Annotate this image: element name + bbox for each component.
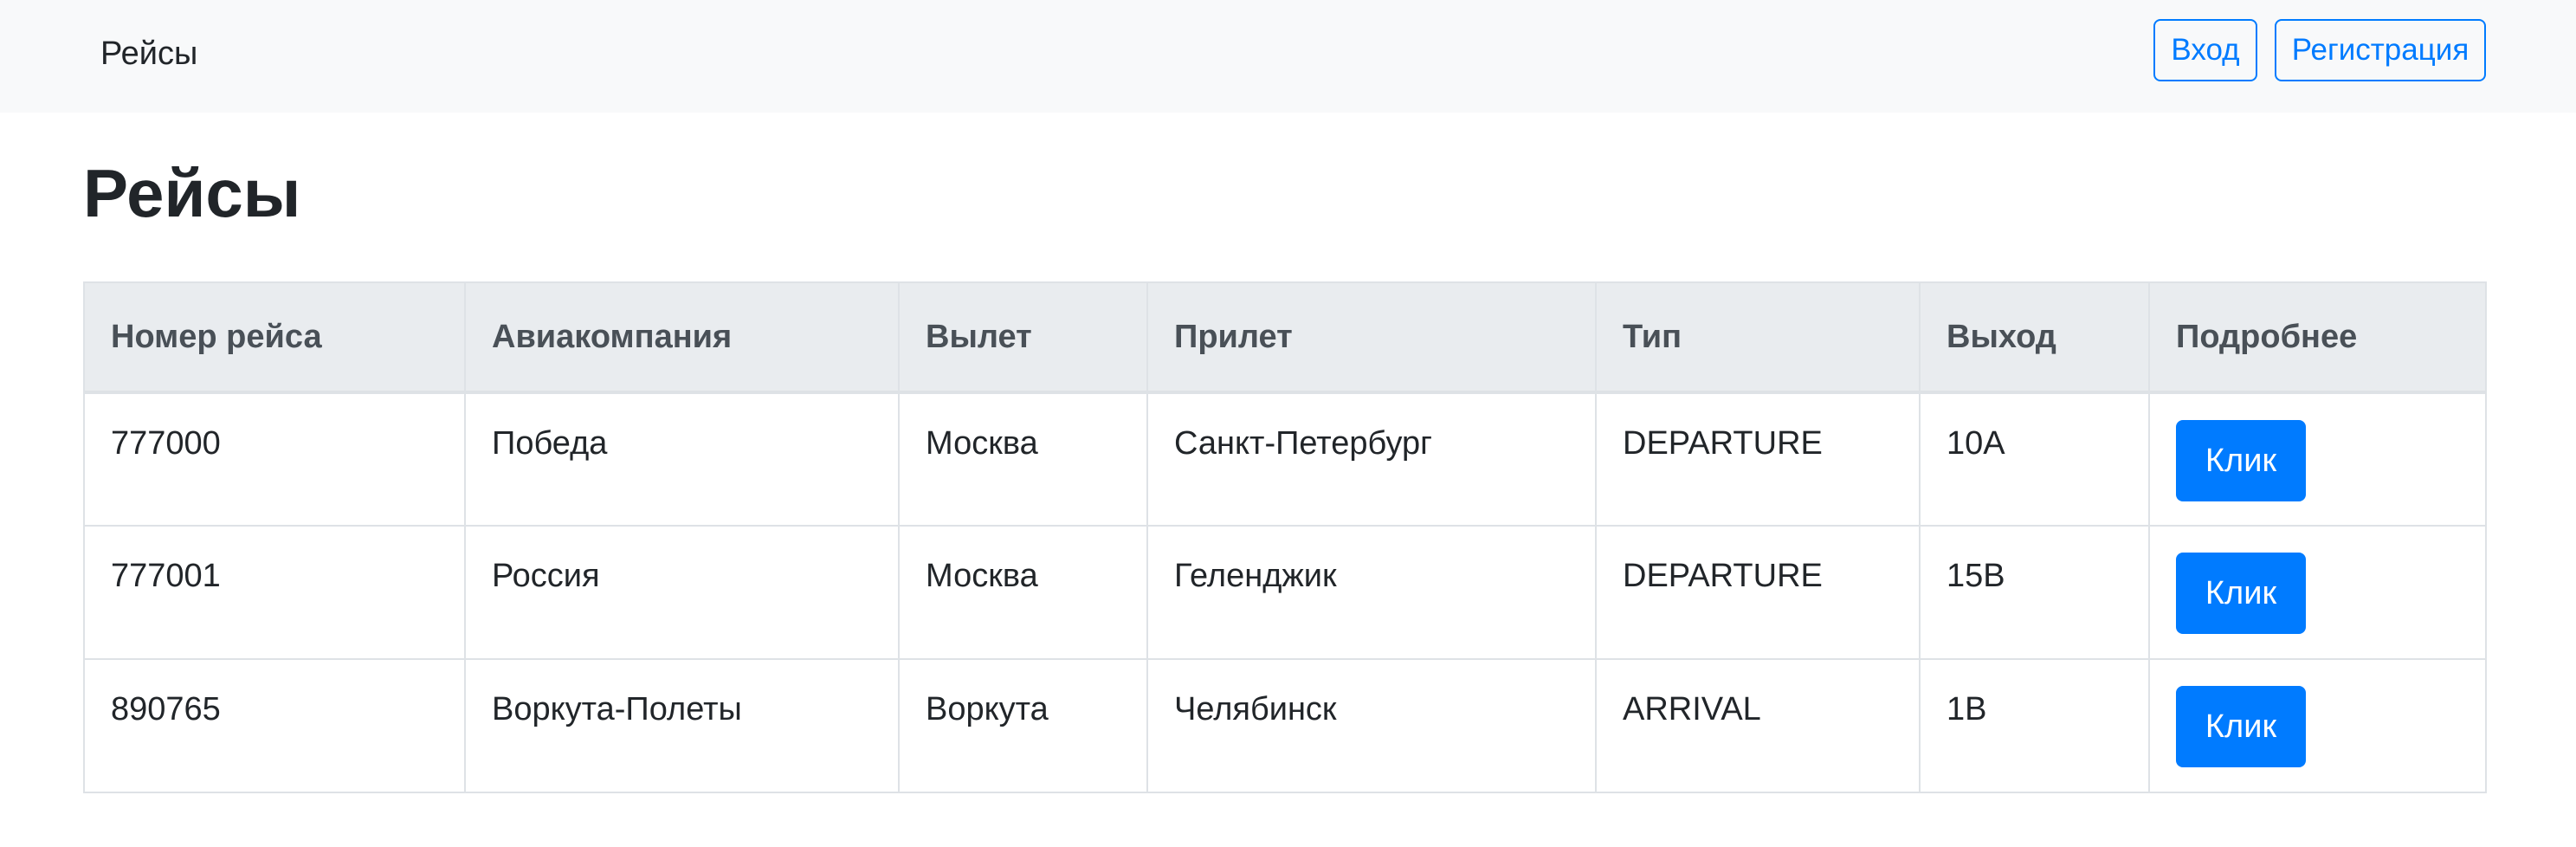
cell-arrival: Санкт-Петербург	[1146, 391, 1597, 527]
cell-details: Клик	[2148, 391, 2487, 527]
table-body: 777000 Победа Москва Санкт-Петербург DEP…	[83, 391, 2487, 793]
page-title: Рейсы	[83, 155, 301, 231]
cell-arrival: Челябинск	[1146, 658, 1597, 793]
cell-gate: 1B	[1919, 658, 2150, 793]
header-airline: Авиакомпания	[464, 281, 900, 394]
header-details: Подробнее	[2148, 281, 2487, 394]
cell-departure: Воркута	[898, 658, 1148, 793]
cell-arrival: Геленджик	[1146, 525, 1597, 660]
details-button[interactable]: Клик	[2176, 686, 2306, 767]
login-button[interactable]: Вход	[2153, 19, 2257, 81]
table-header-row: Номер рейса Авиакомпания Вылет Прилет Ти…	[83, 281, 2487, 394]
details-button[interactable]: Клик	[2176, 553, 2306, 634]
cell-gate: 15B	[1919, 525, 2150, 660]
cell-flight-number: 777000	[83, 391, 466, 527]
register-button[interactable]: Регистрация	[2275, 19, 2486, 81]
cell-airline: Воркута-Полеты	[464, 658, 900, 793]
header-flight-number: Номер рейса	[83, 281, 466, 394]
header-type: Тип	[1595, 281, 1921, 394]
navbar: Рейсы Вход Регистрация	[0, 0, 2576, 113]
cell-gate: 10A	[1919, 391, 2150, 527]
cell-airline: Россия	[464, 525, 900, 660]
details-button[interactable]: Клик	[2176, 420, 2306, 501]
navbar-brand[interactable]: Рейсы	[100, 35, 197, 73]
flights-table: Номер рейса Авиакомпания Вылет Прилет Ти…	[83, 281, 2487, 793]
cell-type: DEPARTURE	[1595, 391, 1921, 527]
table-header: Номер рейса Авиакомпания Вылет Прилет Ти…	[83, 281, 2487, 394]
cell-details: Клик	[2148, 525, 2487, 660]
header-gate: Выход	[1919, 281, 2150, 394]
header-arrival: Прилет	[1146, 281, 1597, 394]
cell-departure: Москва	[898, 525, 1148, 660]
table-row: 777000 Победа Москва Санкт-Петербург DEP…	[83, 391, 2487, 527]
table-row: 890765 Воркута-Полеты Воркута Челябинск …	[83, 658, 2487, 793]
table-row: 777001 Россия Москва Геленджик DEPARTURE…	[83, 525, 2487, 660]
cell-departure: Москва	[898, 391, 1148, 527]
cell-airline: Победа	[464, 391, 900, 527]
cell-flight-number: 777001	[83, 525, 466, 660]
cell-details: Клик	[2148, 658, 2487, 793]
cell-type: ARRIVAL	[1595, 658, 1921, 793]
header-departure: Вылет	[898, 281, 1148, 394]
cell-type: DEPARTURE	[1595, 525, 1921, 660]
cell-flight-number: 890765	[83, 658, 466, 793]
